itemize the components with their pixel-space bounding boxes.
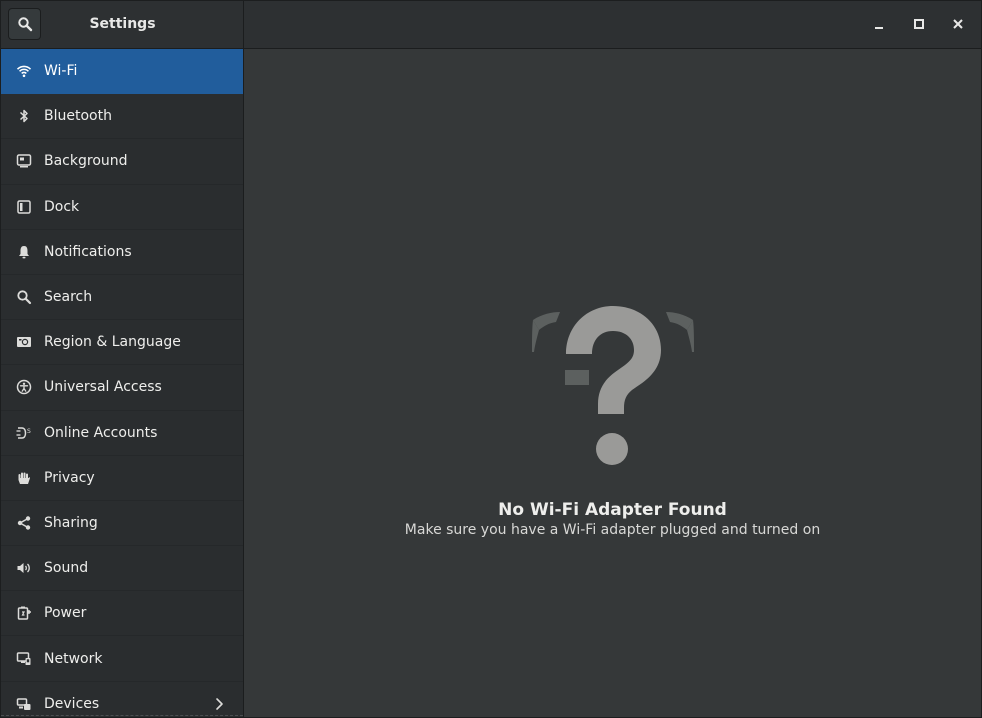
background-icon bbox=[16, 153, 32, 169]
bluetooth-icon bbox=[16, 108, 32, 124]
sidebar-item-label: Notifications bbox=[44, 243, 132, 260]
sidebar: Wi-Fi Bluetooth Background Dock Notifica… bbox=[1, 49, 244, 717]
sidebar-item-label: Devices bbox=[44, 695, 100, 712]
wifi-panel: No Wi-Fi Adapter Found Make sure you hav… bbox=[244, 49, 981, 717]
region-icon bbox=[16, 334, 32, 350]
svg-text:S: S bbox=[27, 428, 31, 435]
search-icon bbox=[16, 289, 32, 305]
sidebar-item-wifi[interactable]: Wi-Fi bbox=[1, 49, 243, 95]
network-icon bbox=[16, 651, 32, 667]
search-button[interactable] bbox=[8, 8, 41, 40]
maximize-button[interactable] bbox=[908, 13, 930, 35]
sidebar-item-label: Bluetooth bbox=[44, 108, 112, 125]
hand-icon bbox=[16, 470, 32, 486]
sidebar-item-label: Privacy bbox=[44, 469, 95, 486]
sidebar-item-sharing[interactable]: Sharing bbox=[1, 501, 243, 547]
sidebar-item-notifications[interactable]: Notifications bbox=[1, 230, 243, 275]
close-icon bbox=[953, 19, 963, 29]
devices-icon bbox=[16, 696, 32, 712]
sidebar-item-label: Search bbox=[44, 289, 93, 306]
maximize-icon bbox=[914, 19, 924, 29]
sidebar-item-label: Universal Access bbox=[44, 379, 162, 396]
sidebar-item-network[interactable]: Network bbox=[1, 636, 243, 682]
sidebar-item-label: Wi-Fi bbox=[44, 63, 78, 80]
sidebar-item-online-accounts[interactable]: S Online Accounts bbox=[1, 411, 243, 456]
sidebar-item-search[interactable]: Search bbox=[1, 275, 243, 321]
sidebar-item-label: Network bbox=[44, 650, 103, 667]
close-button[interactable] bbox=[947, 13, 969, 35]
sidebar-item-bluetooth[interactable]: Bluetooth bbox=[1, 94, 243, 140]
chevron-right-icon bbox=[216, 697, 223, 710]
sidebar-scroll-edge bbox=[1, 715, 243, 717]
wifi-icon bbox=[16, 63, 32, 79]
sidebar-item-background[interactable]: Background bbox=[1, 139, 243, 185]
sidebar-item-devices[interactable]: Devices bbox=[1, 682, 243, 717]
sidebar-item-sound[interactable]: Sound bbox=[1, 546, 243, 592]
sidebar-item-label: Online Accounts bbox=[44, 424, 158, 441]
sidebar-item-label: Sharing bbox=[44, 514, 98, 531]
minimize-icon bbox=[875, 27, 883, 29]
sidebar-item-label: Region & Language bbox=[44, 334, 181, 351]
sidebar-item-label: Power bbox=[44, 605, 87, 622]
share-icon bbox=[16, 515, 32, 531]
empty-state-title: No Wi-Fi Adapter Found bbox=[498, 500, 727, 520]
empty-state-subtitle: Make sure you have a Wi-Fi adapter plugg… bbox=[404, 522, 821, 538]
dock-icon bbox=[16, 199, 32, 215]
minimize-button[interactable] bbox=[868, 13, 890, 35]
speaker-icon bbox=[16, 560, 32, 576]
search-icon bbox=[17, 17, 32, 32]
sidebar-item-dock[interactable]: Dock bbox=[1, 185, 243, 230]
sidebar-item-region-language[interactable]: Region & Language bbox=[1, 320, 243, 366]
bell-icon bbox=[16, 244, 32, 260]
sidebar-item-power[interactable]: Power bbox=[1, 591, 243, 637]
header-bar: Settings bbox=[1, 1, 981, 49]
settings-window: Settings Wi-Fi Bluetooth Background Dock… bbox=[0, 0, 982, 718]
sidebar-item-universal-access[interactable]: Universal Access bbox=[1, 365, 243, 411]
question-mark-icon bbox=[532, 306, 694, 465]
sidebar-item-label: Background bbox=[44, 153, 128, 170]
sidebar-item-privacy[interactable]: Privacy bbox=[1, 456, 243, 501]
header-left-pane: Settings bbox=[1, 1, 244, 48]
sidebar-item-label: Sound bbox=[44, 560, 89, 577]
online-accounts-icon: S bbox=[16, 425, 32, 441]
accessibility-icon bbox=[16, 379, 32, 395]
power-icon bbox=[16, 605, 32, 621]
sidebar-item-label: Dock bbox=[44, 198, 80, 215]
